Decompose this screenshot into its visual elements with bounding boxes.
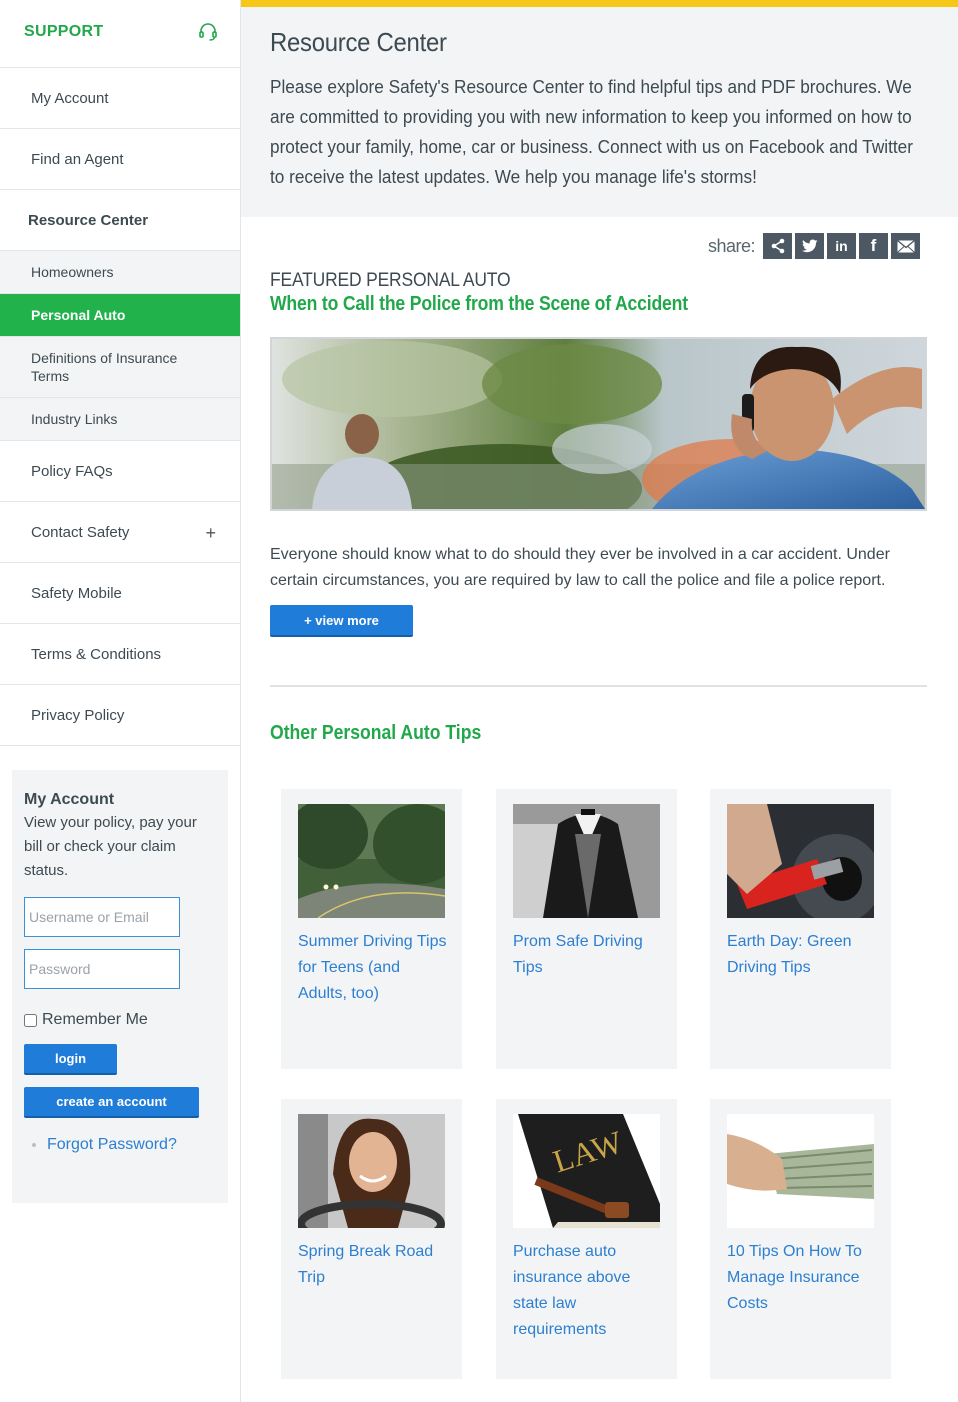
featured-image[interactable] <box>270 337 927 511</box>
tip-title[interactable]: Prom Safe Driving Tips <box>513 929 663 981</box>
expand-plus-icon[interactable]: + <box>205 523 216 544</box>
featured-article-description: Everyone should know what to do should t… <box>270 546 890 589</box>
tip-thumbnail <box>298 1114 445 1228</box>
road-headlights-image <box>298 804 445 918</box>
share-icon[interactable] <box>763 233 792 259</box>
share-bar: share: in f <box>708 233 920 259</box>
tip-thumbnail <box>513 804 660 918</box>
nav-find-agent-label: Find an Agent <box>31 150 124 168</box>
nav-contact-safety-label: Contact Safety <box>31 523 130 541</box>
featured-article-title[interactable]: When to Call the Police from the Scene o… <box>270 293 688 316</box>
other-tips-heading: Other Personal Auto Tips <box>270 722 482 744</box>
subnav-personal-auto[interactable]: Personal Auto <box>0 294 240 337</box>
nav-resource-center[interactable]: Resource Center <box>0 190 240 251</box>
nav-privacy-label: Privacy Policy <box>31 706 125 724</box>
remember-me[interactable]: Remember Me <box>24 1011 216 1029</box>
remember-me-checkbox[interactable] <box>24 1013 37 1027</box>
woman-driving-image <box>298 1114 445 1228</box>
twitter-icon[interactable] <box>795 233 824 259</box>
fuel-pump-image <box>727 804 874 918</box>
linkedin-icon[interactable]: in <box>827 233 856 259</box>
section-divider <box>270 685 927 687</box>
remember-me-label: Remember Me <box>42 1011 148 1028</box>
accident-photo-illustration <box>272 339 925 509</box>
tip-title[interactable]: Earth Day: Green Driving Tips <box>727 929 877 981</box>
subnav-industry-links[interactable]: Industry Links <box>0 398 240 441</box>
subnav-personal-auto-label: Personal Auto <box>31 307 126 323</box>
facebook-icon[interactable]: f <box>859 233 888 259</box>
login-button[interactable]: login <box>24 1044 117 1075</box>
sidebar: SUPPORT My Account Find an Agent Resourc… <box>0 0 241 1402</box>
tip-thumbnail: LAW <box>513 1114 660 1228</box>
password-input[interactable] <box>24 949 180 989</box>
tip-thumbnail <box>727 1114 874 1228</box>
cash-hand-image <box>727 1114 874 1228</box>
subnav-definitions-label: Definitions of Insurance Terms <box>31 350 178 384</box>
nav-privacy[interactable]: Privacy Policy <box>0 685 240 746</box>
nav-safety-mobile-label: Safety Mobile <box>31 584 122 602</box>
support-header: SUPPORT <box>0 0 240 68</box>
username-input[interactable] <box>24 897 180 937</box>
intro-text: Please explore Safety's Resource Center … <box>270 76 913 187</box>
nav-resource-center-label: Resource Center <box>28 211 149 229</box>
bullet-icon <box>32 1143 36 1147</box>
nav-terms-label: Terms & Conditions <box>31 645 162 663</box>
nav-safety-mobile[interactable]: Safety Mobile <box>0 563 240 624</box>
nav-contact-safety[interactable]: Contact Safety + <box>0 502 240 563</box>
subnav-homeowners[interactable]: Homeowners <box>0 251 240 294</box>
support-label: SUPPORT <box>24 22 104 40</box>
tip-card[interactable]: LAW Purchase auto insurance above state … <box>496 1099 677 1379</box>
nav-find-agent[interactable]: Find an Agent <box>0 129 240 190</box>
subnav-definitions[interactable]: Definitions of Insurance Terms <box>0 337 240 398</box>
subnav-industry-links-label: Industry Links <box>31 411 118 427</box>
main-content: Resource Center Please explore Safety's … <box>241 0 958 1402</box>
intro-section: Resource Center Please explore Safety's … <box>241 7 958 217</box>
login-panel: My Account View your policy, pay your bi… <box>12 770 228 1203</box>
tip-thumbnail <box>727 804 874 918</box>
subnav-homeowners-label: Homeowners <box>31 264 114 280</box>
login-panel-title: My Account <box>24 791 115 808</box>
share-label: share: <box>707 235 756 256</box>
tip-title[interactable]: Summer Driving Tips for Teens (and Adult… <box>298 929 448 1007</box>
nav-my-account-label: My Account <box>31 89 109 107</box>
email-icon[interactable] <box>891 233 920 259</box>
tip-card[interactable]: Earth Day: Green Driving Tips <box>710 789 891 1069</box>
headset-icon <box>199 22 217 41</box>
tip-title[interactable]: Purchase auto insurance above state law … <box>513 1239 663 1343</box>
tip-card[interactable]: Summer Driving Tips for Teens (and Adult… <box>281 789 462 1069</box>
nav-my-account[interactable]: My Account <box>0 68 240 129</box>
featured-kicker: FEATURED PERSONAL AUTO <box>270 270 511 291</box>
tip-card[interactable]: Prom Safe Driving Tips <box>496 789 677 1069</box>
tip-card[interactable]: Spring Break Road Trip <box>281 1099 462 1379</box>
tip-card[interactable]: 10 Tips On How To Manage Insurance Costs <box>710 1099 891 1379</box>
accent-bar <box>241 0 958 7</box>
tip-title[interactable]: 10 Tips On How To Manage Insurance Costs <box>727 1239 877 1317</box>
tip-title[interactable]: Spring Break Road Trip <box>298 1239 448 1291</box>
login-panel-description: View your policy, pay your bill or check… <box>24 814 197 879</box>
nav-terms[interactable]: Terms & Conditions <box>0 624 240 685</box>
nav-policy-faqs-label: Policy FAQs <box>31 462 113 480</box>
create-account-button[interactable]: create an account <box>24 1087 199 1118</box>
law-book-image: LAW <box>513 1114 660 1228</box>
nav-policy-faqs[interactable]: Policy FAQs <box>0 441 240 502</box>
tuxedo-image <box>513 804 660 918</box>
forgot-password-item: Forgot Password? <box>24 1136 216 1154</box>
page-title: Resource Center <box>270 27 447 57</box>
forgot-password-link[interactable]: Forgot Password? <box>47 1136 177 1154</box>
view-more-button[interactable]: + view more <box>270 605 413 637</box>
tip-thumbnail <box>298 804 445 918</box>
